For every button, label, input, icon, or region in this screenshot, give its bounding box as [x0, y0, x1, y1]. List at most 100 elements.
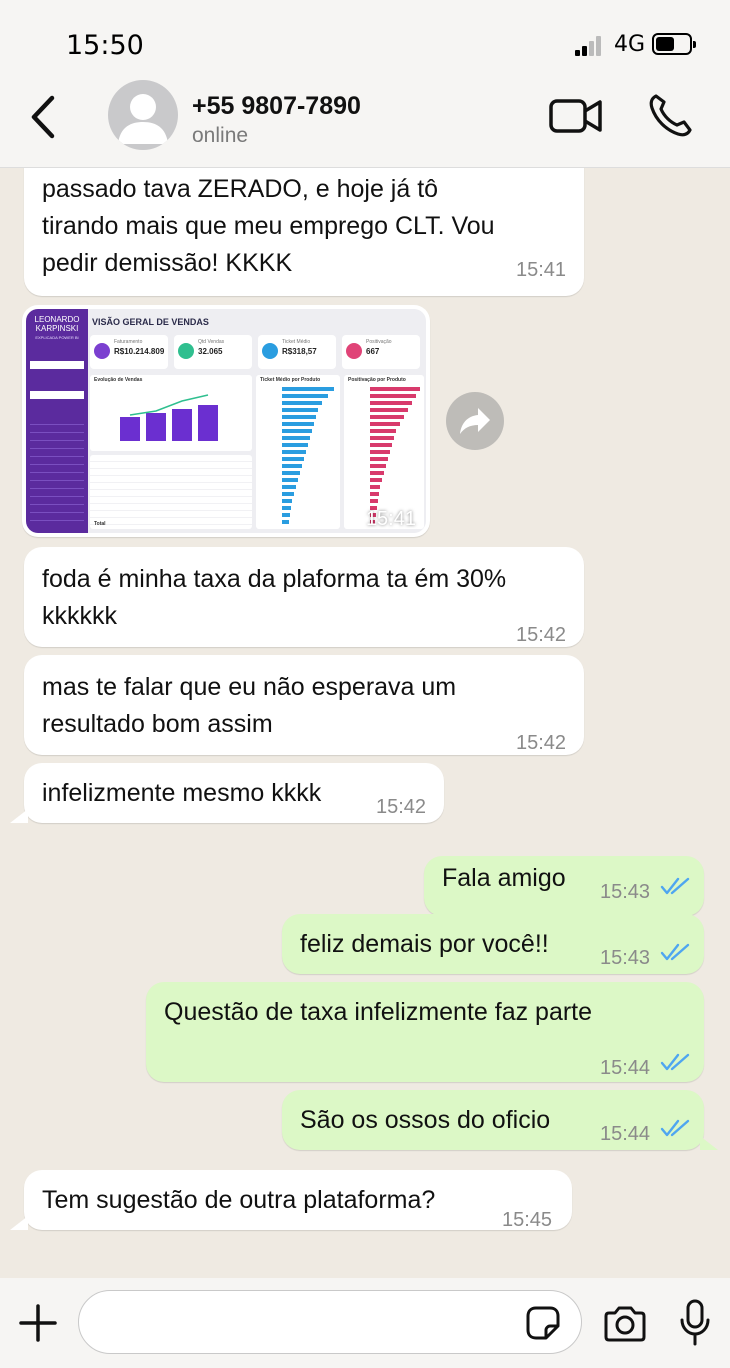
kpi-card: Positivação 667 [342, 335, 420, 369]
thumbnail-bar [370, 499, 378, 503]
kpi-icon [346, 343, 362, 359]
thumbnail-bar [282, 436, 310, 440]
message-incoming[interactable]: Tem sugestão de outra plataforma? 15:45 [24, 1170, 572, 1231]
message-time: 15:41 [516, 259, 567, 281]
thumbnail-bar [370, 394, 416, 398]
battery-icon [652, 33, 696, 55]
kpi-label: Qtd Vendas [198, 339, 225, 345]
chat-messages[interactable]: passado tava ZERADO, e hoje já tô tirand… [0, 168, 730, 1278]
message-outgoing[interactable]: feliz demais por você!! 15:43 [282, 914, 704, 974]
message-text-line: Tem sugestão de outra plataforma? [42, 1186, 436, 1214]
kpi-icon [178, 343, 194, 359]
thumbnail-bar [282, 464, 302, 468]
message-time: 15:42 [516, 732, 567, 754]
dashboard-brand: LEONARDO KARPINSKI [34, 315, 80, 333]
thumbnail-bar [282, 513, 290, 517]
back-button[interactable] [24, 92, 64, 142]
thumbnail-bar [370, 450, 390, 454]
message-text-line: tirando mais que meu emprego CLT. Vou [42, 212, 495, 240]
thumbnail-bar [282, 499, 292, 503]
status-time: 15:50 [66, 30, 144, 61]
kpi-value: R$318,57 [282, 347, 317, 356]
message-text-line: pedir demissão! KKKK [42, 249, 293, 277]
evolution-chart-panel: Evolução de Vendas [90, 375, 252, 451]
kpi-icon [262, 343, 278, 359]
camera-button[interactable] [602, 1304, 648, 1344]
message-text-line: passado tava ZERADO, e hoje já tô [42, 175, 439, 203]
bubble-tail [10, 809, 28, 823]
message-time: 15:42 [376, 796, 427, 818]
plus-icon [19, 1304, 57, 1342]
thumbnail-bar [370, 471, 384, 475]
message-outgoing[interactable]: Fala amigo 15:43 [424, 856, 704, 916]
voice-call-button[interactable] [646, 92, 694, 140]
thumbnail-bar [282, 387, 334, 391]
message-time: 15:44 [600, 1123, 651, 1145]
ticket-panel: Ticket Médio por Produto [256, 375, 340, 529]
kpi-label: Positivação [366, 339, 392, 345]
thumbnail-bar [370, 415, 404, 419]
avatar[interactable] [108, 80, 178, 150]
camera-icon [604, 1306, 646, 1342]
thumbnail-bar [282, 492, 294, 496]
signal-strength-icon [575, 34, 607, 56]
dashboard-brand-sub: EXPLICADA POWER BI [35, 335, 79, 340]
contact-name[interactable]: +55 9807-7890 [192, 92, 361, 121]
message-time: 15:45 [502, 1209, 553, 1231]
dashboard-screenshot: LEONARDO KARPINSKI EXPLICADA POWER BI VI… [26, 309, 426, 533]
thumbnail-bar [282, 394, 328, 398]
read-receipt-icon [660, 1053, 690, 1071]
sticker-icon [526, 1306, 560, 1340]
video-call-button[interactable] [548, 96, 604, 136]
thumbnail-bar [282, 422, 314, 426]
message-time: 15:43 [600, 947, 651, 969]
message-text-line: foda é minha taxa da plaforma ta ém 30% [42, 565, 507, 593]
message-outgoing[interactable]: São os ossos do oficio 15:44 [282, 1090, 704, 1150]
microphone-button[interactable] [678, 1298, 712, 1348]
phone-icon [649, 94, 692, 137]
message-incoming[interactable]: passado tava ZERADO, e hoje já tô tirand… [24, 168, 584, 296]
message-text-line: São os ossos do oficio [300, 1106, 551, 1134]
dashboard-title: VISÃO GERAL DE VENDAS [92, 317, 209, 327]
thumbnail-bar [282, 401, 322, 405]
message-text-line: feliz demais por você!! [300, 930, 549, 958]
thumbnail-bar [370, 436, 394, 440]
panel-title: Ticket Médio por Produto [260, 377, 321, 383]
read-receipt-icon [660, 877, 690, 895]
message-input[interactable] [78, 1290, 582, 1354]
kpi-label: Ticket Médio [282, 339, 311, 345]
thumbnail-bar [282, 450, 306, 454]
thumbnail-bar [370, 387, 420, 391]
chat-header: +55 9807-7890 online [0, 78, 730, 168]
thumbnail-bar [282, 478, 298, 482]
dashboard-sidebar: LEONARDO KARPINSKI EXPLICADA POWER BI [26, 309, 88, 533]
message-text-line: kkkkkk [42, 602, 117, 630]
message-image[interactable]: LEONARDO KARPINSKI EXPLICADA POWER BI VI… [22, 305, 430, 537]
message-time: 15:42 [516, 624, 567, 646]
message-incoming[interactable]: infelizmente mesmo kkkk 15:42 [24, 763, 444, 823]
thumbnail-bar [370, 485, 380, 489]
thumbnail-bar [370, 408, 408, 412]
forward-button[interactable] [446, 392, 504, 450]
sticker-button[interactable] [524, 1304, 562, 1342]
panel-title: Positivação por Produto [348, 377, 406, 383]
kpi-icon [94, 343, 110, 359]
message-incoming[interactable]: mas te falar que eu não esperava um resu… [24, 655, 584, 755]
kpi-card: Ticket Médio R$318,57 [258, 335, 336, 369]
sales-table-panel: Total [90, 455, 252, 529]
kpi-value: 32.065 [198, 347, 223, 356]
attach-button[interactable] [18, 1303, 58, 1343]
message-input-bar [0, 1278, 730, 1368]
thumbnail-bar [282, 408, 318, 412]
thumbnail-bar [370, 429, 396, 433]
video-call-icon [549, 99, 602, 133]
avatar-placeholder-icon [118, 94, 168, 144]
thumbnail-bar [370, 401, 412, 405]
positivation-panel: Positivação por Produto [344, 375, 424, 529]
kpi-value: R$10.214.809 [114, 347, 165, 356]
message-outgoing[interactable]: Questão de taxa infelizmente faz parte 1… [146, 982, 704, 1082]
thumbnail-bar [282, 506, 291, 510]
message-incoming[interactable]: foda é minha taxa da plaforma ta ém 30% … [24, 547, 584, 647]
read-receipt-icon [660, 1119, 690, 1137]
microphone-icon [680, 1299, 710, 1346]
